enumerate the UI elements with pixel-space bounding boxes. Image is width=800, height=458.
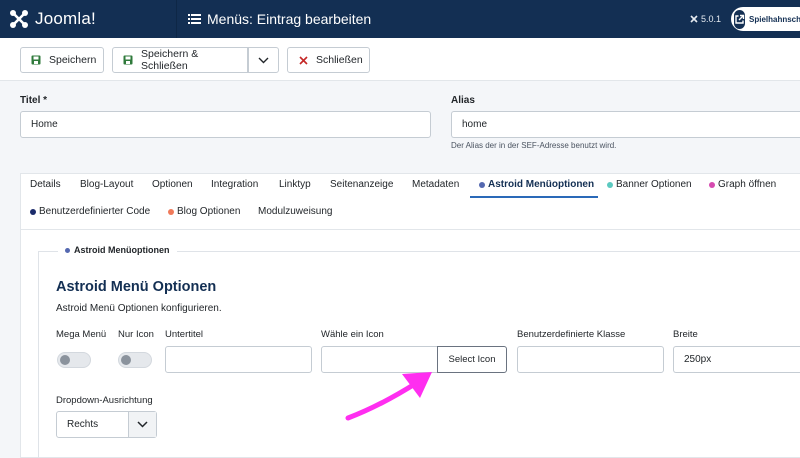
custom-class-label: Benutzerdefinierte Klasse	[517, 329, 626, 340]
section-title: Astroid Menü Optionen	[56, 279, 217, 295]
close-icon	[299, 55, 308, 65]
tab-label: Astroid Menüoptionen	[488, 179, 595, 190]
joomla-version-icon	[690, 15, 698, 23]
select-caret	[128, 412, 156, 437]
save-close-label: Speichern & Schließen	[141, 48, 199, 72]
width-input[interactable]: 250px	[673, 346, 800, 373]
alias-hint: Der Alias der in der SEF-Adresse benutzt…	[451, 141, 617, 150]
tab-label: Metadaten	[412, 179, 460, 190]
tab-dot-icon	[30, 208, 36, 215]
tab-details[interactable]: Details	[30, 179, 61, 190]
tab-dot-icon	[709, 181, 715, 188]
tab-label: Seitenanzeige	[330, 179, 394, 190]
icon-only-toggle[interactable]	[118, 352, 152, 368]
logo-text: Joomla!	[35, 9, 96, 28]
save-icon	[123, 55, 133, 65]
close-label: Schließen	[316, 54, 363, 66]
chevron-down-icon	[137, 421, 148, 428]
save-options-dropdown-button[interactable]	[248, 47, 279, 73]
choose-icon-label: Wähle ein Icon	[321, 329, 384, 340]
dropdown-alignment-value: Rechts	[67, 419, 99, 430]
save-close-button[interactable]: Speichern & Schließen	[112, 47, 248, 73]
tab-dot-icon	[479, 181, 485, 188]
select-icon-button[interactable]: Select Icon	[437, 346, 507, 373]
tab-label: Optionen	[152, 179, 193, 190]
width-label: Breite	[673, 329, 698, 340]
tab-module-assignment[interactable]: Modulzuweisung	[258, 206, 333, 217]
tab-label: Banner Optionen	[616, 179, 692, 190]
alias-label: Alias	[451, 95, 475, 106]
tab-open-graph[interactable]: Graph öffnen	[709, 179, 776, 190]
save-icon	[31, 55, 41, 65]
page-title: Menüs: Eintrag bearbeiten	[188, 11, 371, 27]
version-text: 5.0.1	[701, 14, 722, 24]
section-description: Astroid Menü Optionen konfigurieren.	[56, 303, 222, 314]
dropdown-alignment-select[interactable]: Rechts	[56, 411, 157, 438]
tab-blog-options[interactable]: Blog Optionen	[168, 206, 240, 217]
mega-menu-toggle[interactable]	[57, 352, 91, 368]
tab-dot-icon	[168, 208, 174, 215]
fieldset-legend: Astroid Menüoptionen	[58, 245, 177, 255]
tab-label: Linktyp	[279, 179, 311, 190]
tab-label: Details	[30, 179, 61, 190]
legend-dot-icon	[65, 247, 70, 253]
icon-input[interactable]	[321, 346, 438, 373]
tab-label: Benutzerdefinierter Code	[39, 206, 151, 217]
toggle-knob	[60, 355, 70, 365]
alias-input[interactable]: home	[451, 111, 800, 138]
save-button[interactable]: Speichern	[20, 47, 104, 73]
tab-options[interactable]: Optionen	[152, 179, 193, 190]
tab-blog-layout[interactable]: Blog-Layout	[80, 179, 133, 190]
title-label: Titel *	[20, 95, 48, 106]
view-site-button[interactable]: Spielhahnschule	[731, 7, 800, 31]
list-icon	[188, 13, 201, 25]
tab-astroid-menu-options[interactable]: Astroid Menüoptionen	[479, 179, 594, 190]
tab-label: Modulzuweisung	[258, 206, 333, 217]
tab-label: Graph öffnen	[718, 179, 777, 190]
toggle-knob	[121, 355, 131, 365]
title-input[interactable]: Home	[20, 111, 431, 138]
tabs-divider	[20, 229, 800, 230]
tab-link-type[interactable]: Linktyp	[279, 179, 311, 190]
joomla-logo[interactable]: Joomla!	[8, 8, 96, 30]
dropdown-alignment-label: Dropdown-Ausrichtung	[56, 395, 153, 406]
tab-label: Blog Optionen	[177, 206, 241, 217]
mega-menu-label: Mega Menü	[56, 329, 107, 340]
tab-label: Blog-Layout	[80, 179, 134, 190]
joomla-logo-icon	[8, 8, 30, 30]
toolbar: Speichern Speichern & Schließen Schließe…	[0, 38, 800, 81]
tab-dot-icon	[607, 181, 613, 188]
close-button[interactable]: Schließen	[287, 47, 370, 73]
page-title-text: Menüs: Eintrag bearbeiten	[207, 11, 372, 27]
tab-integration[interactable]: Integration	[211, 179, 258, 190]
external-link-icon	[734, 9, 745, 29]
icon-only-label: Nur Icon	[118, 329, 154, 340]
legend-text: Astroid Menüoptionen	[74, 245, 170, 255]
subtitle-input[interactable]	[165, 346, 312, 373]
tab-label: Integration	[211, 179, 259, 190]
tab-banner-options[interactable]: Banner Optionen	[607, 179, 692, 190]
chevron-down-icon	[258, 57, 269, 63]
tab-page-display[interactable]: Seitenanzeige	[330, 179, 393, 190]
header-divider	[176, 0, 177, 38]
tab-custom-code[interactable]: Benutzerdefinierter Code	[30, 206, 150, 217]
save-label: Speichern	[49, 54, 97, 66]
version-info: 5.0.1	[690, 14, 721, 24]
tab-metadata[interactable]: Metadaten	[412, 179, 459, 190]
custom-class-input[interactable]	[517, 346, 664, 373]
subtitle-label: Untertitel	[165, 329, 204, 340]
site-name: Spielhahnschule	[749, 14, 800, 24]
active-tab-indicator	[470, 196, 598, 198]
top-header: Joomla! Menüs: Eintrag bearbeiten 5.0.1 …	[0, 0, 800, 38]
